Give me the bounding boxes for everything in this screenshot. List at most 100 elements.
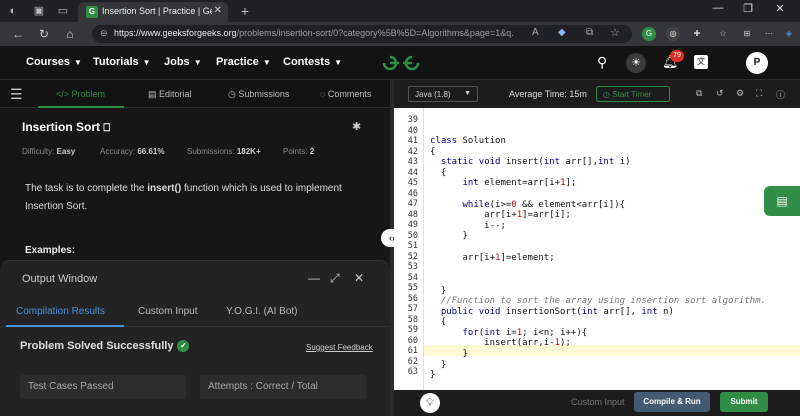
tab-close-icon[interactable]: ✕	[214, 5, 222, 16]
line-number: 60	[407, 335, 418, 346]
code-line: insert(arr,i-1);	[430, 338, 571, 348]
line-number: 45	[407, 178, 418, 188]
theme-toggle-icon[interactable]: ☀	[626, 53, 646, 73]
favorite-star-icon[interactable]: ☆	[610, 26, 620, 39]
search-icon[interactable]: ⚲	[597, 54, 607, 71]
minimize-icon[interactable]: —	[708, 2, 728, 14]
tab-actions-icon[interactable]: ▭	[56, 4, 70, 18]
compile-run-button[interactable]: Compile & Run	[634, 392, 710, 412]
tag-icon[interactable]: ◆	[558, 27, 566, 38]
tab-title: Insertion Sort | Practice | GeeksforGeek…	[102, 6, 212, 16]
split-screen-icon[interactable]: ⧉	[586, 27, 593, 38]
restore-icon[interactable]: ❐	[738, 2, 758, 15]
new-tab-icon[interactable]: +	[238, 4, 252, 18]
reset-icon[interactable]: ↺	[716, 88, 724, 99]
back-icon[interactable]: ←	[10, 27, 26, 41]
line-number: 42	[407, 146, 418, 157]
tab-editorial[interactable]: ▤ Editorial	[148, 89, 192, 100]
editor-footer: 💡︎ Custom Input Compile & Run Submit	[394, 390, 800, 416]
nav-courses[interactable]: Courses ▼	[26, 56, 82, 68]
reload-icon[interactable]: ↻	[36, 27, 52, 41]
language-select[interactable]: Java (1.8) ▼	[408, 86, 478, 102]
browser-tab-bar: ◐ ▣ ▭ G Insertion Sort | Practice | Geek…	[0, 0, 800, 22]
line-number: 58	[407, 314, 418, 325]
read-aloud-icon[interactable]: A	[532, 27, 539, 38]
favorites-icon[interactable]: ☆	[716, 27, 730, 41]
minimize-icon[interactable]: —	[308, 271, 320, 285]
workspaces-icon[interactable]: ▣	[32, 4, 46, 18]
nav-practice[interactable]: Practice ▼	[216, 56, 271, 68]
nav-tutorials[interactable]: Tutorials ▼	[93, 56, 151, 68]
status-message: Problem Solved Successfully ✓	[20, 340, 190, 353]
line-number: 43	[407, 157, 418, 167]
problem-tabs: ☰ </> Problem ▤ Editorial ◷ Submissions …	[0, 80, 390, 108]
collections-icon[interactable]: ⊞	[740, 27, 754, 41]
tab-problem[interactable]: </> Problem	[56, 89, 105, 99]
copy-icon[interactable]: ⧉	[696, 88, 702, 99]
url-path: /problems/insertion-sort/0?category%5B%5…	[236, 28, 514, 38]
tab-yogi-ai-bot[interactable]: Y.O.G.I. (AI Bot)	[226, 306, 298, 317]
tab-submissions[interactable]: ◷ Submissions	[228, 89, 289, 100]
line-number: 53	[407, 262, 418, 272]
code-line: }	[430, 360, 447, 370]
browser-profile-icon[interactable]: ◐	[6, 4, 20, 18]
code-line: }	[430, 231, 468, 241]
line-number: 57	[407, 304, 418, 314]
line-number: 56	[407, 293, 418, 304]
tab-custom-input[interactable]: Custom Input	[138, 306, 197, 317]
submit-button[interactable]: Submit	[720, 392, 768, 412]
url-input[interactable]: ⊖ https://www.geeksforgeeks.org/problems…	[92, 25, 632, 43]
submissions-count: Submissions: 182K+	[187, 147, 261, 156]
translate-icon[interactable]: 文	[694, 55, 708, 69]
lightbulb-icon[interactable]: 💡︎	[420, 393, 440, 413]
info-icon[interactable]: ⓘ	[776, 88, 785, 101]
custom-input-toggle[interactable]: Custom Input	[571, 397, 625, 407]
code-editor[interactable]: 39 40 41 42 43 44 45 46 47 48 49 50 51 52 53 54 55 56 57 58…	[394, 108, 800, 390]
line-number: 51	[407, 241, 418, 251]
line-number: 63	[407, 367, 418, 377]
output-tabs: Compilation Results Custom Input Y.O.G.I…	[0, 297, 390, 327]
line-number: 59	[407, 325, 418, 335]
page-title: Insertion Sort ⎕	[22, 120, 110, 134]
browser-tab-active[interactable]: G Insertion Sort | Practice | GeeksforGe…	[78, 2, 228, 22]
gfg-logo-icon[interactable]	[380, 53, 422, 73]
line-number: 54	[407, 272, 418, 283]
chevron-down-icon: ▼	[464, 90, 471, 97]
attempts-box: Attempts : Correct / Total	[200, 375, 366, 399]
suggest-feedback-link[interactable]: Suggest Feedback	[306, 343, 373, 352]
window-close-icon[interactable]: ✕	[770, 2, 790, 15]
chat-feedback-icon[interactable]: ▤	[764, 186, 800, 216]
gfg-favicon-icon: G	[86, 6, 98, 18]
more-menu-icon[interactable]: ⋯	[762, 27, 776, 41]
timer-icon: ◷	[603, 90, 613, 99]
home-icon[interactable]: ⌂	[62, 27, 78, 41]
code-line: for(int i=1; i<n; i++){	[462, 328, 588, 338]
settings-icon[interactable]: ⚙	[736, 88, 744, 99]
nav-contests[interactable]: Contests ▼	[283, 56, 342, 68]
hamburger-menu-icon[interactable]: ☰	[10, 86, 23, 103]
extension-icon[interactable]: ◎	[666, 27, 680, 41]
document-icon: ▤	[148, 89, 160, 99]
fullscreen-icon[interactable]: ⛶	[756, 88, 762, 99]
code-line: {	[430, 147, 436, 157]
code-line: {	[430, 317, 447, 327]
site-info-icon[interactable]: ⊖	[100, 28, 108, 39]
line-number: 39	[407, 115, 418, 125]
grammarly-icon[interactable]: G	[642, 27, 656, 41]
line-number: 49	[407, 220, 418, 230]
expand-icon[interactable]: ⤢	[330, 271, 340, 286]
code-line: class Solution	[430, 136, 506, 146]
close-icon[interactable]: ✕	[354, 271, 364, 285]
line-number: 40	[407, 125, 418, 136]
report-bug-icon[interactable]: ✱	[352, 120, 361, 133]
tab-compilation-results[interactable]: Compilation Results	[16, 306, 105, 317]
line-number: 52	[407, 251, 418, 262]
code-line: }	[430, 349, 468, 359]
avatar[interactable]: P	[746, 52, 768, 74]
tab-comments[interactable]: ◌ Comments	[320, 89, 371, 99]
start-timer-button[interactable]: ◷ Start Timer	[596, 86, 670, 102]
extensions-puzzle-icon[interactable]: ✚	[690, 27, 704, 41]
nav-jobs[interactable]: Jobs ▼	[164, 56, 202, 68]
bookmark-icon[interactable]: ⎕	[103, 122, 110, 134]
copilot-icon[interactable]: ◈	[782, 27, 796, 41]
